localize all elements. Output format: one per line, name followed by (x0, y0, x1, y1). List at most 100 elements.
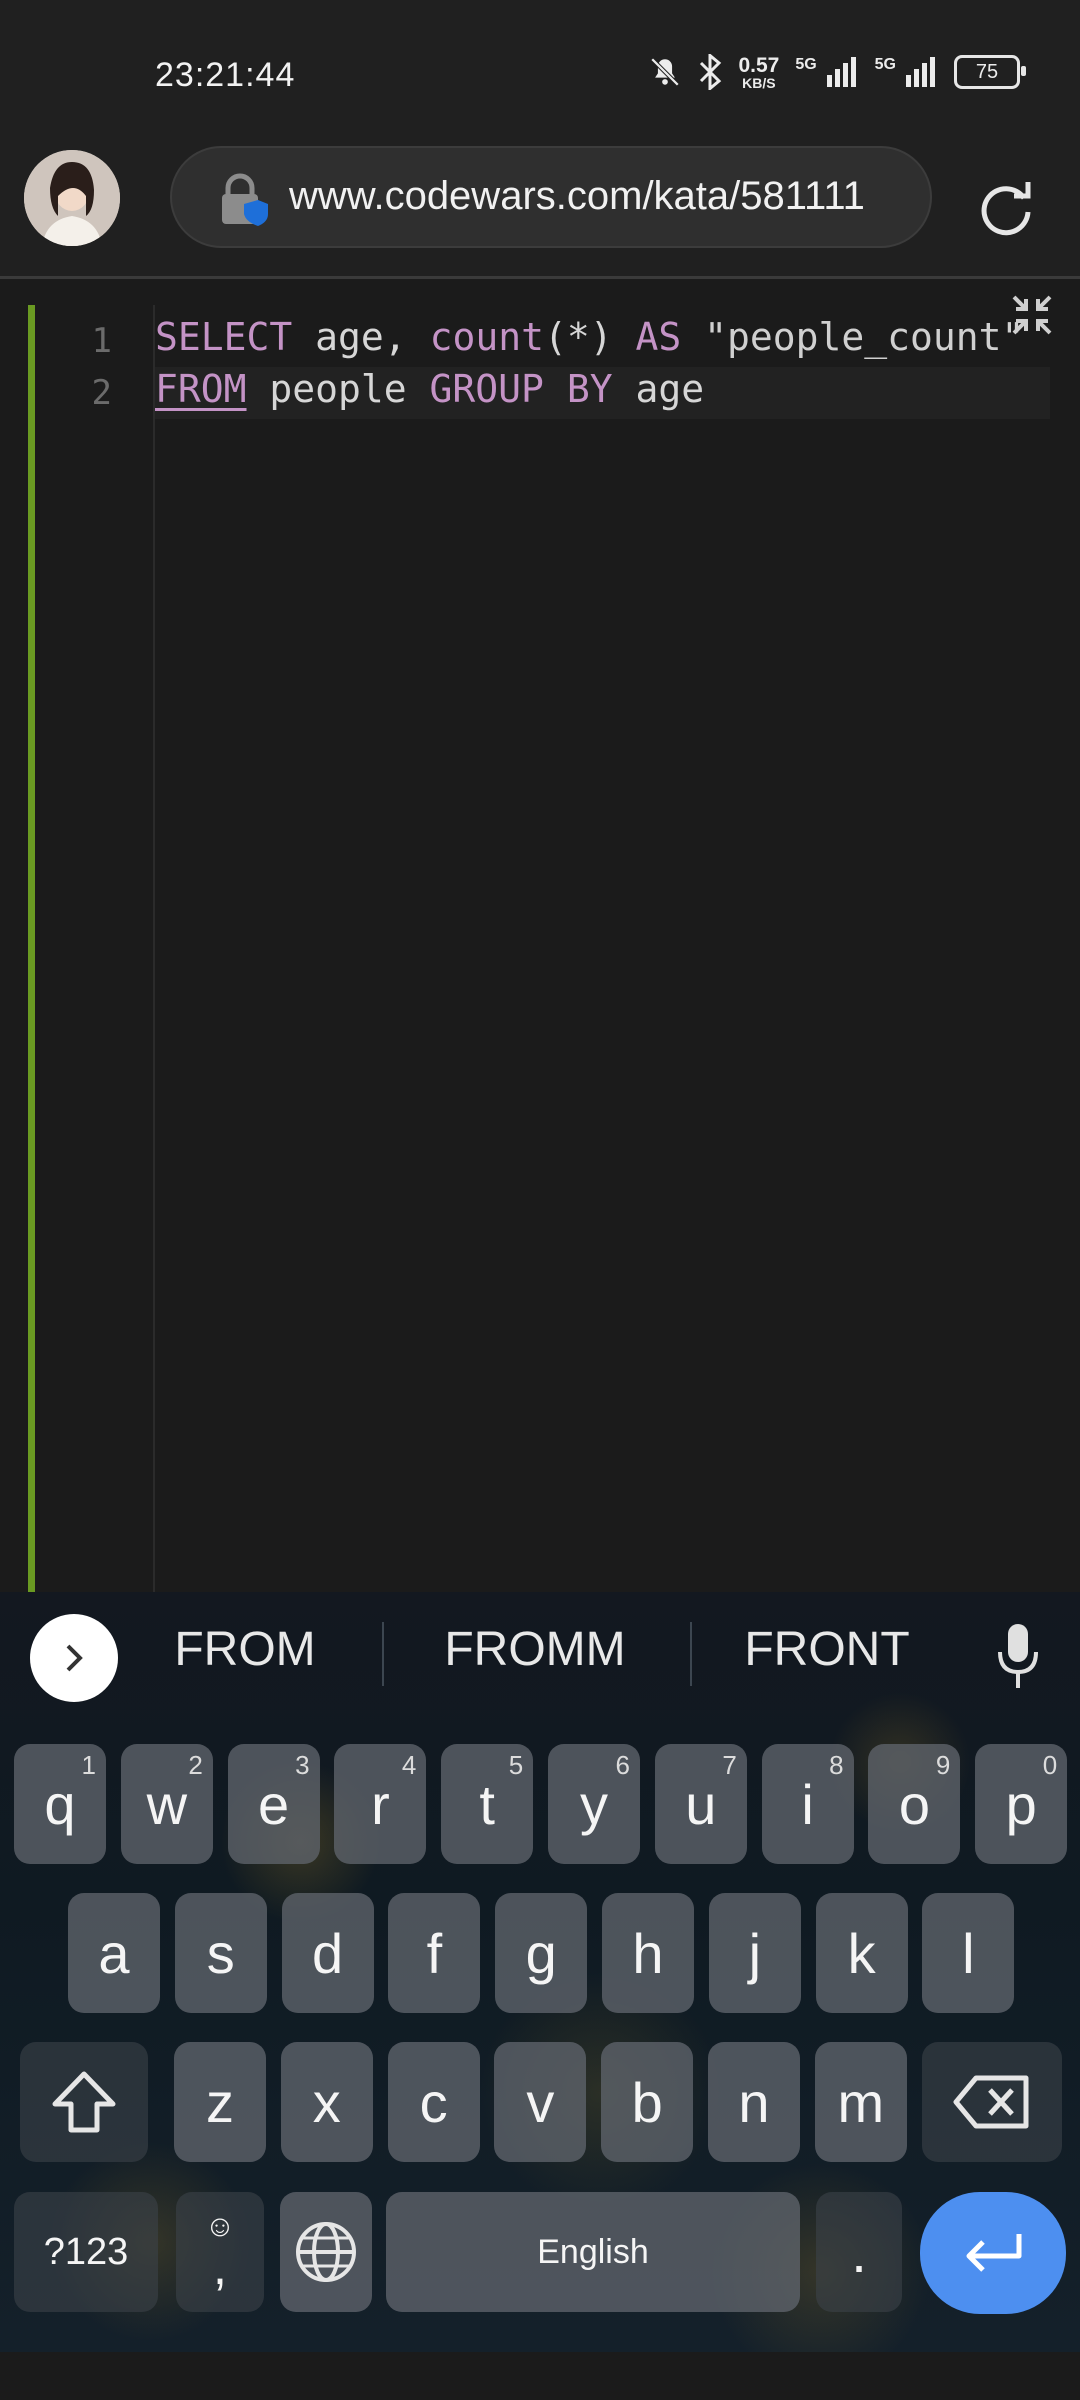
code-editor[interactable]: 1 2 SELECT age, count(*) AS "people_coun… (0, 279, 1080, 1592)
comma-emoji-key[interactable]: ☺ , (176, 2192, 264, 2312)
suggestion-strip: FROM FROMM FRONT (0, 1592, 1080, 1722)
signal1-label: 5G (795, 56, 817, 73)
key-letter: u (685, 1772, 717, 1836)
key-letter: z (206, 2070, 234, 2134)
enter-key[interactable] (920, 2192, 1066, 2314)
code-token: (*) (543, 315, 636, 359)
code-line-active[interactable]: FROM people GROUP BY age (155, 367, 1050, 419)
key[interactable]: j (708, 1893, 801, 2013)
key[interactable]: s (174, 1893, 267, 2013)
shift-arrow-icon (52, 2071, 116, 2133)
key-letter: k (847, 1921, 876, 1985)
key-number-hint: 6 (615, 1750, 630, 1780)
key-letter: s (206, 1921, 235, 1985)
key[interactable]: i8 (761, 1744, 854, 1864)
key[interactable]: f (388, 1893, 481, 2013)
key-letter: b (631, 2070, 663, 2134)
key[interactable]: c (387, 2042, 480, 2162)
suggestion-divider (382, 1622, 384, 1686)
suggestion-2[interactable]: FROMM (420, 1622, 650, 1677)
key-letter: y (580, 1772, 608, 1836)
avatar[interactable] (24, 150, 120, 246)
key-number-hint: 0 (1042, 1750, 1058, 1780)
key-number-hint: 3 (295, 1750, 310, 1780)
expand-toolbar-button[interactable] (30, 1614, 118, 1702)
signal2-label: 5G (874, 56, 896, 73)
code-token: age (612, 367, 705, 411)
key[interactable]: y6 (548, 1744, 640, 1864)
status-bar: 23:21:44 0.57 KB/S 5G 5G 75 (0, 0, 1080, 140)
key[interactable]: o9 (868, 1744, 961, 1864)
key[interactable]: m (814, 2042, 907, 2162)
key-number-hint: 9 (935, 1750, 951, 1780)
backspace-key[interactable] (922, 2042, 1062, 2162)
key-letter: x (312, 2070, 341, 2134)
network-speed: 0.57 KB/S (738, 53, 780, 91)
editor-focus-bar (28, 305, 35, 1592)
key-letter: t (479, 1772, 495, 1836)
key[interactable]: a (68, 1893, 160, 2013)
suggestion-1[interactable]: FROM (150, 1622, 340, 1677)
key-letter: v (526, 2070, 555, 2134)
code-token: FROM (155, 367, 247, 411)
symbols-key[interactable]: ?123 (14, 2192, 158, 2312)
code-token: GROUP BY (429, 367, 613, 411)
key[interactable]: u7 (654, 1744, 747, 1864)
key[interactable]: l (922, 1893, 1015, 2013)
key[interactable]: x (280, 2042, 373, 2162)
key[interactable]: t5 (441, 1744, 534, 1864)
emoji-icon: ☺ (204, 2210, 236, 2243)
code-line[interactable]: SELECT age, count(*) AS "people_count" (155, 315, 1050, 367)
enter-arrow-icon (966, 2234, 1022, 2272)
key[interactable]: r4 (334, 1744, 427, 1864)
key[interactable]: q1 (14, 1744, 106, 1864)
language-key[interactable] (280, 2192, 372, 2312)
bluetooth-icon (700, 54, 722, 90)
key-number-hint: 8 (829, 1750, 844, 1780)
key[interactable]: e3 (227, 1744, 320, 1864)
key-letter: j (748, 1921, 762, 1985)
key[interactable]: n (708, 2042, 800, 2162)
suggestion-3[interactable]: FRONT (722, 1622, 932, 1677)
key-number-hint: 5 (508, 1750, 524, 1780)
key[interactable]: g (495, 1893, 588, 2013)
key[interactable]: w2 (120, 1744, 213, 1864)
code-token: "people_count" (681, 315, 1025, 359)
microphone-icon[interactable] (992, 1622, 1044, 1692)
key[interactable]: b (601, 2042, 694, 2162)
key-number-hint: 2 (188, 1750, 203, 1780)
key-number-hint: 7 (722, 1750, 737, 1780)
key-number-hint: 1 (81, 1750, 96, 1780)
key-letter: f (426, 1921, 443, 1985)
battery-indicator: 75 (954, 55, 1026, 89)
key[interactable]: h (602, 1893, 694, 2013)
key[interactable]: p0 (975, 1744, 1068, 1864)
shift-key[interactable] (20, 2042, 148, 2162)
key[interactable]: z (174, 2042, 266, 2162)
url-text[interactable]: www.codewars.com/kata/581111 (289, 174, 909, 219)
suggestion-divider (690, 1622, 692, 1686)
key[interactable]: v (494, 2042, 587, 2162)
gutter-divider (153, 305, 155, 1592)
avatar-image-icon (24, 150, 120, 246)
soft-keyboard: FROM FROMM FRONT ?123 ☺ , English . q 1 … (0, 1592, 1080, 2352)
status-icons: 0.57 KB/S 5G 5G 75 (648, 53, 1026, 91)
key-letter: w (146, 1772, 188, 1836)
key-letter: h (632, 1921, 664, 1985)
key-letter: g (525, 1921, 557, 1985)
mute-bell-icon (651, 57, 680, 87)
space-bar[interactable]: English (386, 2192, 800, 2312)
key-letter: i (801, 1772, 814, 1836)
reload-icon[interactable] (974, 174, 1038, 238)
key[interactable]: k (815, 1893, 908, 2013)
code-token: age, (292, 315, 430, 359)
key-letter: d (312, 1921, 344, 1985)
key-number-hint: 4 (401, 1750, 417, 1780)
code-token: count (429, 315, 544, 359)
browser-toolbar: www.codewars.com/kata/581111 (0, 140, 1080, 279)
key-letter: c (419, 2070, 448, 2134)
globe-icon (296, 2222, 356, 2282)
address-bar[interactable]: www.codewars.com/kata/581111 (170, 146, 932, 248)
period-key[interactable]: . (816, 2192, 902, 2312)
key[interactable]: d (281, 1893, 374, 2013)
